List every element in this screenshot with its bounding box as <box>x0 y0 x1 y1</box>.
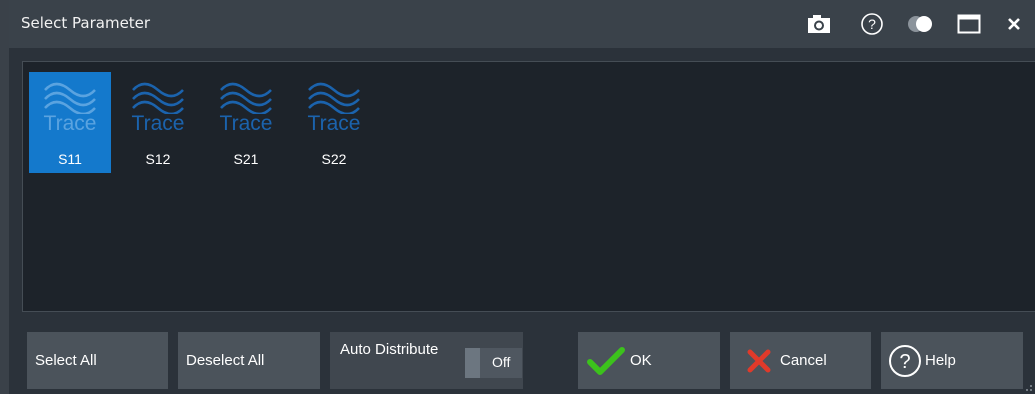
deselect-all-button[interactable]: Deselect All <box>178 332 320 389</box>
deselect-all-label: Deselect All <box>186 352 265 369</box>
auto-distribute-label: Auto Distribute <box>340 341 439 358</box>
trace-tile-s12[interactable]: Trace S12 <box>117 72 199 173</box>
trace-name: S21 <box>233 151 259 167</box>
auto-distribute-toggle[interactable]: Off <box>465 348 522 378</box>
trace-name: S12 <box>145 151 171 167</box>
dialog-titlebar[interactable]: Select Parameter ? <box>9 0 1035 48</box>
trace-tile-s11[interactable]: Trace S11 <box>29 72 111 173</box>
cancel-x-icon <box>747 349 771 372</box>
help-icon[interactable]: ? <box>858 10 886 38</box>
toggle-knob <box>465 348 480 378</box>
select-all-button[interactable]: Select All <box>27 332 168 389</box>
help-label: Help <box>925 352 956 369</box>
trace-tile-s21[interactable]: Trace S21 <box>205 72 287 173</box>
ok-button[interactable]: OK <box>578 332 720 389</box>
trace-word: Trace <box>307 112 361 135</box>
trace-name: S11 <box>58 151 82 167</box>
trace-word: Trace <box>131 112 185 135</box>
toggle-state: Off <box>492 354 511 370</box>
trace-tile-s22[interactable]: Trace S22 <box>293 72 375 173</box>
maximize-icon[interactable] <box>955 10 983 38</box>
checkmark-icon <box>587 346 625 375</box>
camera-icon[interactable] <box>805 10 833 38</box>
trace-wave-icon <box>220 82 272 114</box>
auto-distribute-control: Auto Distribute Off <box>330 332 523 389</box>
svg-text:?: ? <box>899 351 910 373</box>
trace-wave-icon <box>132 82 184 114</box>
select-parameter-dialog: Select Parameter ? Trace S11 Trace S12 T… <box>9 0 1035 394</box>
cancel-button[interactable]: Cancel <box>730 332 871 389</box>
ok-label: OK <box>630 352 652 369</box>
trace-word: Trace <box>219 112 273 135</box>
transparency-toggle-icon[interactable] <box>906 10 934 38</box>
resize-grip-icon[interactable] <box>1023 382 1033 392</box>
help-button[interactable]: ? Help <box>881 332 1023 389</box>
dialog-title: Select Parameter <box>21 14 151 32</box>
trace-wave-icon <box>44 82 96 114</box>
cancel-label: Cancel <box>780 352 827 369</box>
select-all-label: Select All <box>35 352 97 369</box>
close-icon[interactable] <box>1000 10 1028 38</box>
help-circle-icon: ? <box>889 344 921 377</box>
trace-word: Trace <box>43 112 97 135</box>
trace-wave-icon <box>308 82 360 114</box>
trace-name: S22 <box>321 151 347 167</box>
svg-text:?: ? <box>868 16 876 32</box>
trace-selection-area: Trace S11 Trace S12 Trace S21 Trace S22 <box>22 61 1035 312</box>
